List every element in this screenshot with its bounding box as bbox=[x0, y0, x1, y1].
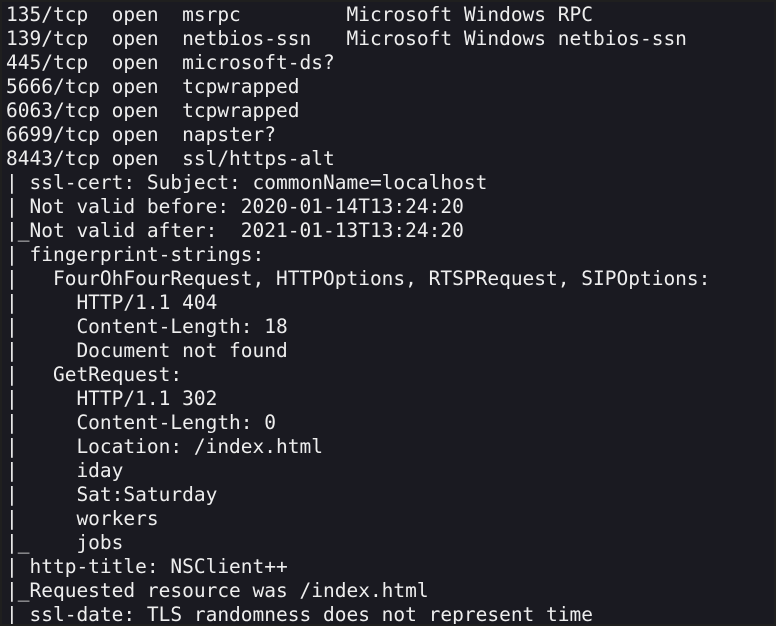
terminal-line-http-302: | HTTP/1.1 302 bbox=[6, 387, 218, 410]
terminal-line-port-445: 445/tcp open microsoft-ds? bbox=[6, 51, 335, 74]
terminal-line-fingerprint-request-types: | FourOhFourRequest, HTTPOptions, RTSPRe… bbox=[6, 267, 711, 290]
terminal-line-port-8443: 8443/tcp open ssl/https-alt bbox=[6, 147, 335, 170]
terminal-line-jobs: |_ jobs bbox=[6, 531, 124, 554]
terminal-line-port-5666: 5666/tcp open tcpwrapped bbox=[6, 75, 300, 98]
terminal-line-ssl-cert-subject: | ssl-cert: Subject: commonName=localhos… bbox=[6, 171, 488, 194]
terminal-line-content-length-0: | Content-Length: 0 bbox=[6, 411, 277, 434]
terminal-line-port-6063: 6063/tcp open tcpwrapped bbox=[6, 99, 300, 122]
terminal-line-ssl-date: |_ssl-date: TLS randomness does not repr… bbox=[6, 603, 593, 626]
terminal-line-document-not-found: | Document not found bbox=[6, 339, 288, 362]
terminal-line-port-135: 135/tcp open msrpc Microsoft Windows RPC bbox=[6, 3, 593, 26]
terminal-line-location: | Location: /index.html bbox=[6, 435, 323, 458]
terminal-line-ssl-cert-valid-before: | Not valid before: 2020-01-14T13:24:20 bbox=[6, 195, 464, 218]
terminal-line-saturday: | Sat:Saturday bbox=[6, 483, 218, 506]
terminal-window[interactable]: 135/tcp open msrpc Microsoft Windows RPC… bbox=[0, 0, 776, 626]
terminal-line-workers: | workers bbox=[6, 507, 159, 530]
terminal-line-fingerprint-strings: | fingerprint-strings: bbox=[6, 243, 265, 266]
terminal-line-http-404: | HTTP/1.1 404 bbox=[6, 291, 218, 314]
terminal-line-ssl-cert-valid-after: |_Not valid after: 2021-01-13T13:24:20 bbox=[6, 219, 464, 242]
terminal-line-content-length-18: | Content-Length: 18 bbox=[6, 315, 288, 338]
terminal-line-port-6699: 6699/tcp open napster? bbox=[6, 123, 277, 146]
terminal-line-requested-resource: |_Requested resource was /index.html bbox=[6, 579, 429, 602]
terminal-line-port-139: 139/tcp open netbios-ssn Microsoft Windo… bbox=[6, 27, 687, 50]
terminal-line-iday: | iday bbox=[6, 459, 124, 482]
terminal-line-get-request: | GetRequest: bbox=[6, 363, 183, 386]
terminal-output: 135/tcp open msrpc Microsoft Windows RPC… bbox=[6, 3, 774, 626]
terminal-line-http-title: | http-title: NSClient++ bbox=[6, 555, 288, 578]
